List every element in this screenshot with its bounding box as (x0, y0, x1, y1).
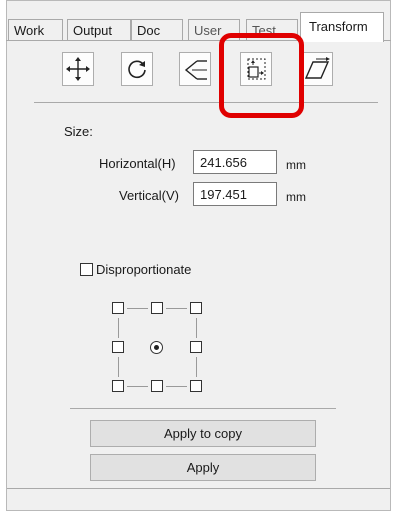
vertical-label: Vertical(V) (119, 188, 179, 203)
tab-doc[interactable]: Doc (131, 19, 183, 41)
move-tool-button[interactable] (62, 52, 94, 86)
horizontal-label: Horizontal(H) (99, 156, 176, 171)
skew-icon (304, 57, 330, 79)
tab-transform[interactable]: Transform (300, 12, 384, 42)
anchor-bottom-right[interactable] (190, 380, 202, 392)
rotate-tool-button[interactable] (121, 52, 153, 86)
anchor-top-center[interactable] (151, 302, 163, 314)
size-title: Size: (64, 124, 93, 139)
mirror-tool-button[interactable] (179, 52, 211, 86)
anchor-link (127, 308, 148, 309)
vertical-field[interactable] (193, 182, 277, 206)
anchor-top-left[interactable] (112, 302, 124, 314)
move-icon (66, 57, 90, 81)
anchor-link (118, 318, 119, 338)
apply-to-copy-button[interactable]: Apply to copy (90, 420, 316, 447)
anchor-link (166, 308, 187, 309)
anchor-link (196, 357, 197, 377)
anchor-link (127, 386, 148, 387)
tab-output[interactable]: Output (67, 19, 131, 41)
toolbar-divider (34, 102, 378, 103)
vertical-unit: mm (286, 190, 306, 204)
anchor-link (196, 318, 197, 338)
anchor-bottom-left[interactable] (112, 380, 124, 392)
apply-button[interactable]: Apply (90, 454, 316, 481)
anchor-link (166, 386, 187, 387)
status-divider (7, 488, 390, 489)
disproportionate-checkbox[interactable] (80, 263, 93, 276)
skew-tool-button[interactable] (301, 52, 333, 86)
horizontal-field[interactable] (193, 150, 277, 174)
anchor-bottom-center[interactable] (151, 380, 163, 392)
anchor-top-right[interactable] (190, 302, 202, 314)
options-divider (70, 408, 336, 409)
anchor-link (118, 357, 119, 377)
rotate-icon (128, 60, 146, 79)
anchor-center[interactable] (150, 341, 163, 354)
mirror-icon (184, 60, 207, 80)
tab-work[interactable]: Work (8, 19, 63, 41)
anchor-middle-right[interactable] (190, 341, 202, 353)
disproportionate-label: Disproportionate (96, 262, 192, 277)
anchor-middle-left[interactable] (112, 341, 124, 353)
highlight-box (219, 33, 304, 118)
horizontal-unit: mm (286, 158, 306, 172)
